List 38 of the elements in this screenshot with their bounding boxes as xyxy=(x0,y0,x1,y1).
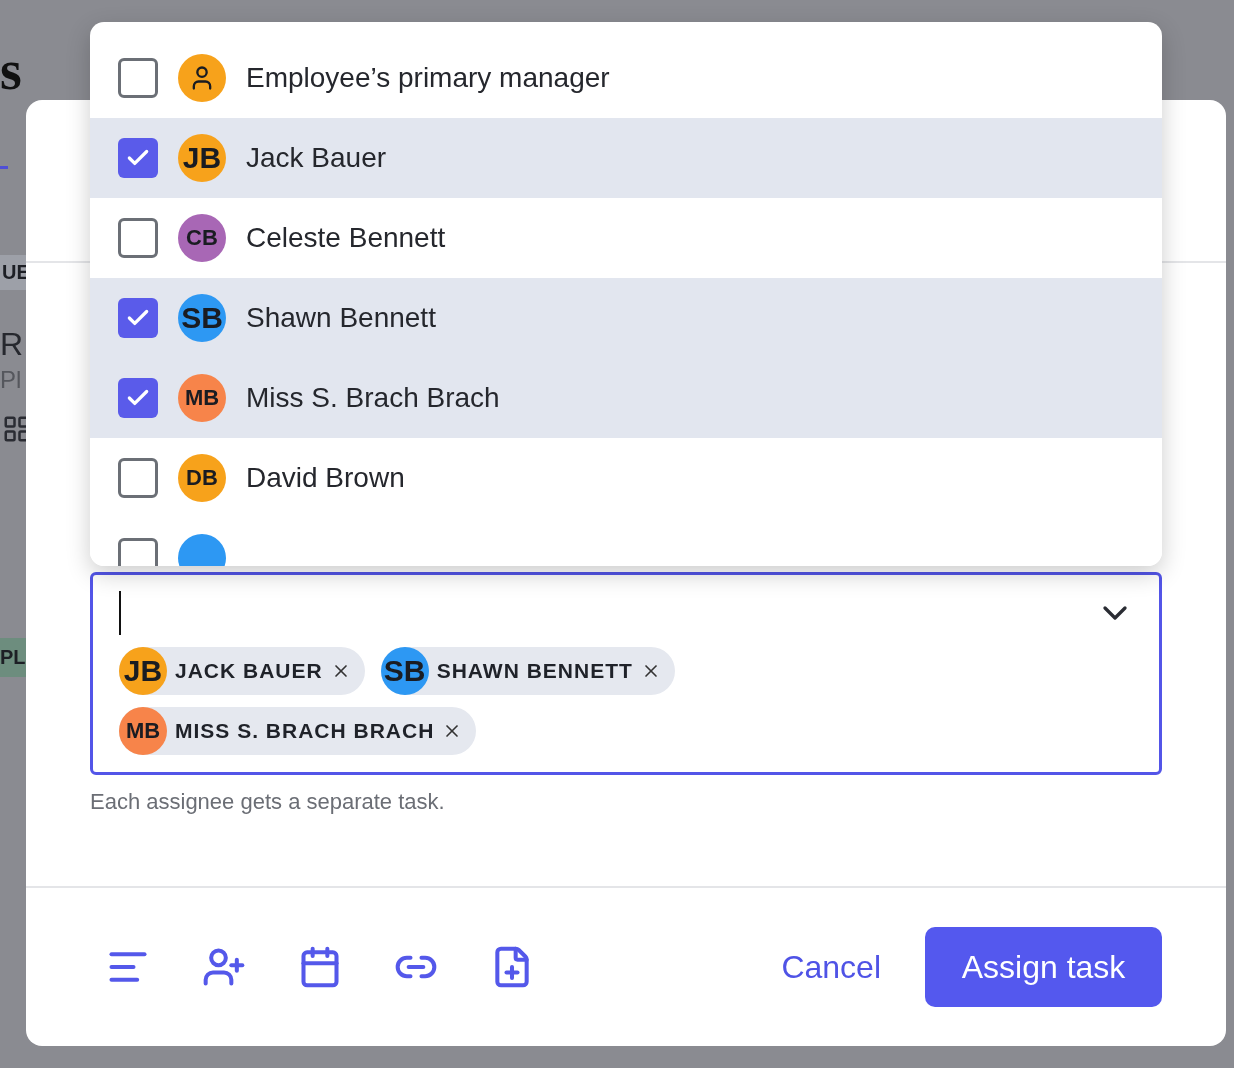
avatar: SB xyxy=(178,294,226,342)
page-heading: s xyxy=(0,42,23,98)
option-row[interactable]: MB Miss S. Brach Brach xyxy=(90,358,1162,438)
chip-label: MISS S. BRACH BRACH xyxy=(175,719,435,743)
avatar: JB xyxy=(178,134,226,182)
avatar: MB xyxy=(119,707,167,755)
avatar: JB xyxy=(119,647,167,695)
checkbox[interactable] xyxy=(118,538,158,566)
card-title: R xyxy=(0,328,25,360)
chip-label: JACK BAUER xyxy=(175,659,323,683)
assign-task-button[interactable]: Assign task xyxy=(925,927,1162,1007)
text-cursor xyxy=(119,591,121,635)
option-label: Employee’s primary manager xyxy=(246,62,610,94)
cancel-button[interactable]: Cancel xyxy=(781,948,881,986)
option-row[interactable]: SB Shawn Bennett xyxy=(90,278,1162,358)
option-row[interactable]: CB Celeste Bennett xyxy=(90,198,1162,278)
checkbox[interactable] xyxy=(118,218,158,258)
option-label: Jack Bauer xyxy=(246,142,387,174)
option-row[interactable]: DB David Brown xyxy=(90,438,1162,518)
avatar: SB xyxy=(380,647,429,695)
option-label: David Brown xyxy=(246,462,405,494)
option-label: Celeste Bennett xyxy=(246,222,446,254)
avatar: MB xyxy=(178,374,226,422)
checkbox[interactable] xyxy=(118,58,158,98)
checkbox[interactable] xyxy=(118,138,158,178)
option-label: Shawn Bennett xyxy=(246,302,436,334)
option-label: Miss S. Brach Brach xyxy=(246,382,500,414)
checkbox[interactable] xyxy=(118,458,158,498)
option-row[interactable]: JB Jack Bauer xyxy=(90,118,1162,198)
checkbox[interactable] xyxy=(118,378,158,418)
assignee-field[interactable]: JB JACK BAUER SB SHAWN BENNETT MB MISS S. BRACH BRACH xyxy=(90,572,1162,775)
avatar: DB xyxy=(178,454,226,502)
helper-text: Each assignee gets a separate task. xyxy=(90,789,446,815)
calendar-icon[interactable] xyxy=(298,945,342,989)
option-row[interactable]: Employee’s primary manager xyxy=(90,38,1162,118)
checkbox[interactable] xyxy=(118,298,158,338)
chip-label: SHAWN BENNETT xyxy=(436,659,633,683)
avatar: CB xyxy=(178,214,226,262)
